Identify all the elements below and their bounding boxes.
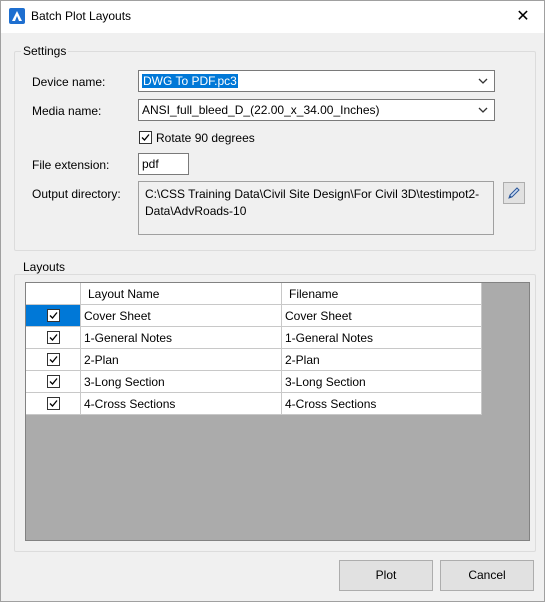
row-checkbox[interactable] [47,353,60,366]
row-select-cell[interactable] [26,326,81,349]
settings-group-label: Settings [21,44,69,58]
close-icon[interactable]: ✕ [510,5,536,29]
file-extension-value: pdf [142,157,159,171]
table-row[interactable]: Cover Sheet Cover Sheet [26,304,482,327]
column-header-select[interactable] [26,283,81,305]
layout-name-cell[interactable]: 3-Long Section [80,370,282,393]
plot-button[interactable]: Plot [339,560,433,591]
output-directory-field[interactable]: C:\CSS Training Data\Civil Site Design\F… [138,181,494,235]
dialog-window: Batch Plot Layouts ✕ Settings Device nam… [0,0,545,602]
rotate-label: Rotate 90 degrees [156,131,255,145]
device-name-value: DWG To PDF.pc3 [142,74,238,88]
device-name-dropdown[interactable]: DWG To PDF.pc3 [138,70,495,92]
checkmark-icon [49,334,58,341]
table-row[interactable]: 2-Plan 2-Plan [26,348,482,371]
layout-name-cell[interactable]: 4-Cross Sections [80,392,282,415]
row-select-cell[interactable] [26,370,81,393]
layouts-group-label: Layouts [21,260,68,274]
window-title: Batch Plot Layouts [31,9,132,23]
media-name-dropdown[interactable]: ANSI_full_bleed_D_(22.00_x_34.00_Inches) [138,99,495,121]
row-select-cell[interactable] [26,304,81,327]
title-bar: Batch Plot Layouts ✕ [1,1,544,33]
browse-button[interactable] [503,182,525,204]
media-name-value: ANSI_full_bleed_D_(22.00_x_34.00_Inches) [142,103,380,117]
app-logo-icon [9,8,25,24]
filename-cell[interactable]: 2-Plan [281,348,482,371]
rotate-checkbox[interactable] [139,131,152,144]
layouts-table: Layout Name Filename Cover Sheet Cover S… [26,283,482,415]
filename-cell[interactable]: 4-Cross Sections [281,392,482,415]
table-row[interactable]: 1-General Notes 1-General Notes [26,326,482,349]
checkmark-icon [141,134,150,141]
column-header-layout-name[interactable]: Layout Name [80,283,282,305]
device-name-label: Device name: [32,75,106,89]
cancel-button[interactable]: Cancel [440,560,534,591]
media-name-label: Media name: [32,104,102,118]
table-header-row: Layout Name Filename [26,283,482,305]
row-checkbox[interactable] [47,397,60,410]
checkmark-icon [49,312,58,319]
row-checkbox[interactable] [47,375,60,388]
checkmark-icon [49,378,58,385]
table-row[interactable]: 3-Long Section 3-Long Section [26,370,482,393]
row-checkbox[interactable] [47,309,60,322]
chevron-down-icon [478,107,488,113]
file-extension-input[interactable]: pdf [138,153,189,175]
layout-name-cell[interactable]: Cover Sheet [80,304,282,327]
filename-cell[interactable]: 1-General Notes [281,326,482,349]
table-row[interactable]: 4-Cross Sections 4-Cross Sections [26,392,482,415]
row-checkbox[interactable] [47,331,60,344]
filename-cell[interactable]: Cover Sheet [281,304,482,327]
pencil-icon [508,187,520,199]
filename-cell[interactable]: 3-Long Section [281,370,482,393]
output-directory-value: C:\CSS Training Data\Civil Site Design\F… [145,187,480,218]
chevron-down-icon [478,78,488,84]
column-header-filename[interactable]: Filename [281,283,482,305]
row-select-cell[interactable] [26,392,81,415]
layout-name-cell[interactable]: 2-Plan [80,348,282,371]
row-select-cell[interactable] [26,348,81,371]
checkmark-icon [49,356,58,363]
output-directory-label: Output directory: [32,187,121,201]
checkmark-icon [49,400,58,407]
file-extension-label: File extension: [32,158,110,172]
layouts-grid[interactable]: Layout Name Filename Cover Sheet Cover S… [25,282,530,541]
layout-name-cell[interactable]: 1-General Notes [80,326,282,349]
